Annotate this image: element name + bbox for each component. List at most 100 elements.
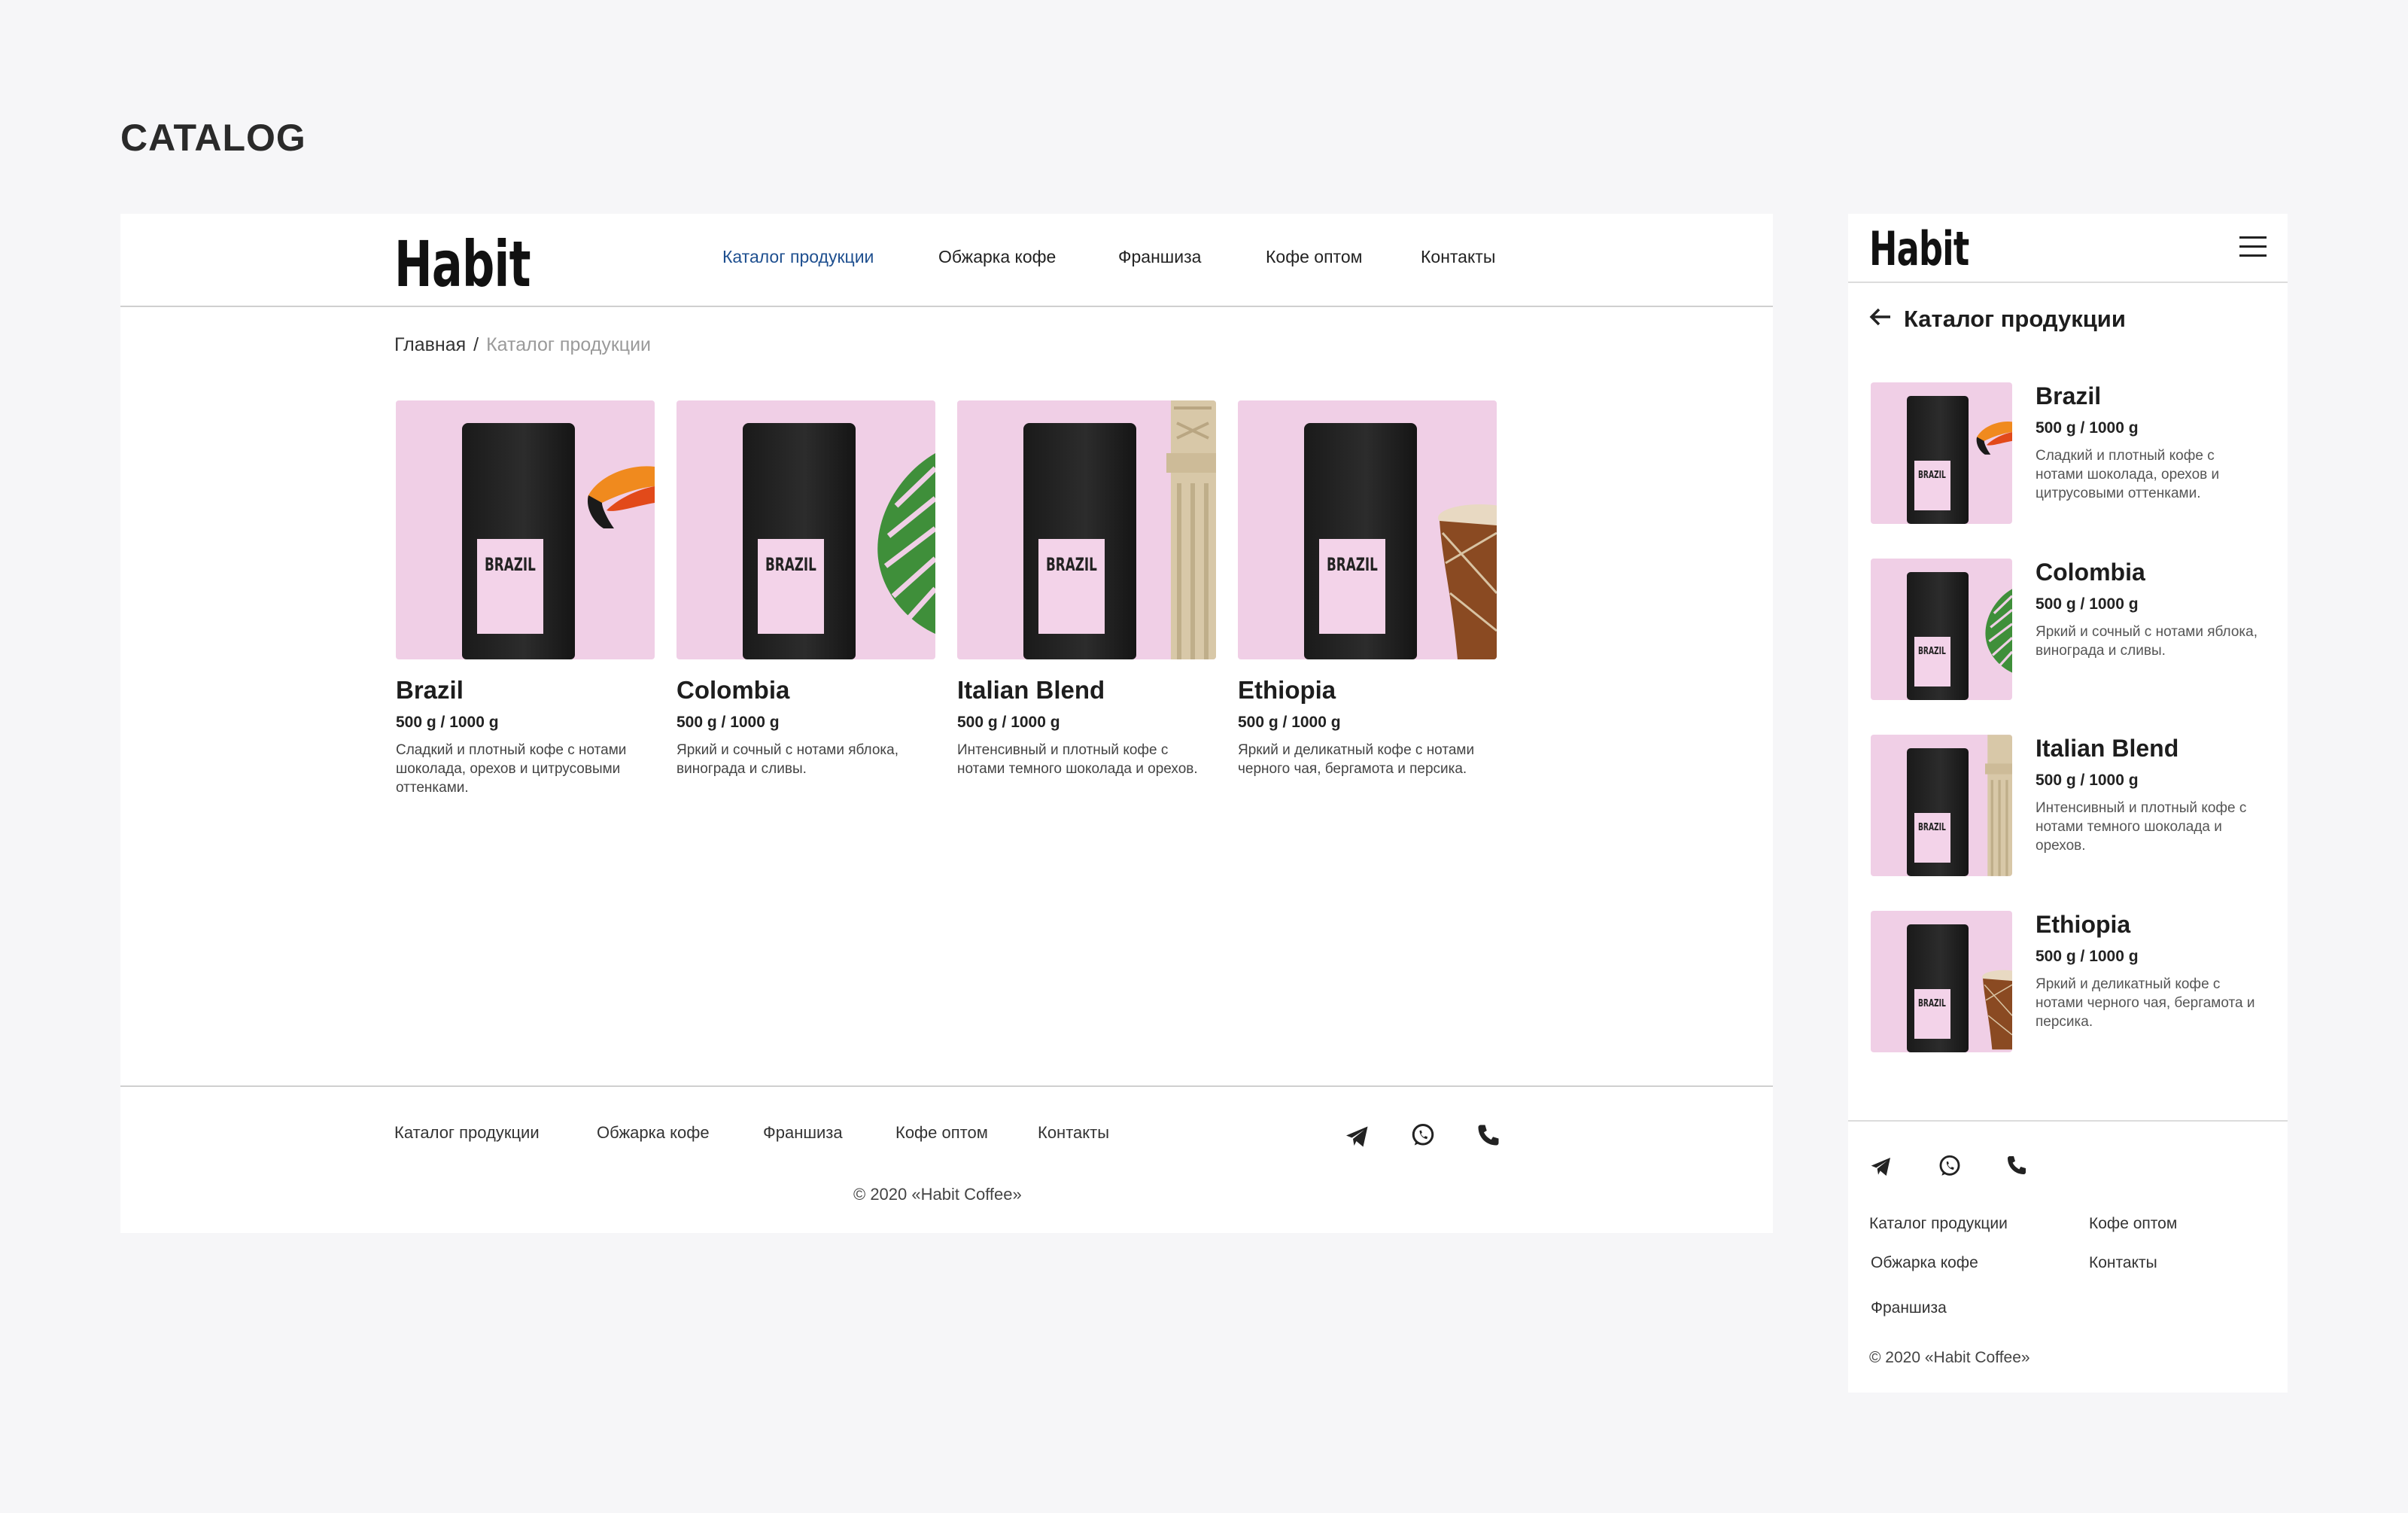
product-description: Яркий и сочный с нотами яблока, виноград… (2036, 624, 2258, 659)
product-image[interactable]: BRAZIL (1871, 559, 2012, 700)
mobile-page-heading: Каталог продукции (1869, 306, 2126, 333)
hamburger-menu-icon[interactable] (2239, 236, 2267, 257)
product-weight: 500 g / 1000 g (1238, 714, 1341, 731)
breadcrumb-current: Каталог продукции (486, 334, 652, 355)
footer-link-catalog[interactable]: Каталог продукции (394, 1123, 540, 1143)
coffee-package: BRAZIL (1304, 423, 1417, 659)
nav-item-roasting[interactable]: Обжарка кофе (938, 247, 1056, 267)
package-label: BRAZIL (1918, 646, 1946, 657)
product-name[interactable]: Italian Blend (957, 676, 1216, 705)
product-description: Сладкий и плотный кофе с нотами шоколада… (396, 742, 627, 796)
djembe-drum-decoration (1982, 970, 2012, 1050)
product-weight: 500 g / 1000 g (2036, 595, 2139, 613)
package-label: BRAZIL (1918, 470, 1946, 481)
desktop-frame: Habit Каталог продукции Обжарка кофе Фра… (120, 214, 1773, 1233)
product-description: Яркий и деликатный кофе с нотами черного… (2036, 976, 2255, 1030)
product-weight: 500 g / 1000 g (2036, 948, 2139, 965)
brand-logo[interactable]: Habit (1869, 221, 1969, 276)
breadcrumb-home[interactable]: Главная (394, 334, 466, 355)
mobile-frame: Habit Каталог продукции BRAZIL Brazil 50… (1848, 214, 2288, 1393)
telegram-icon[interactable] (1869, 1155, 1893, 1179)
product-card-brazil[interactable]: BRAZIL Brazil 500 g / 1000 g Сладкий и п… (396, 400, 655, 797)
product-image[interactable]: BRAZIL (1238, 400, 1497, 659)
whatsapp-icon[interactable] (1409, 1122, 1437, 1149)
coffee-package: BRAZIL (462, 423, 575, 659)
mobile-product-brazil[interactable]: BRAZIL Brazil 500 g / 1000 g Сладкий и п… (1871, 382, 2270, 524)
coffee-package: BRAZIL (1907, 572, 1969, 700)
stone-column-decoration (1985, 735, 2012, 876)
mobile-page-title: Каталог продукции (1904, 306, 2126, 332)
package-label: BRAZIL (1918, 998, 1946, 1009)
package-label: BRAZIL (1327, 554, 1378, 575)
product-description: Яркий и сочный с нотами яблока, виноград… (676, 742, 898, 777)
footer-link-franchise[interactable]: Франшиза (1871, 1299, 1947, 1317)
mobile-product-colombia[interactable]: BRAZIL Colombia 500 g / 1000 g Яркий и с… (1871, 559, 2270, 700)
coffee-package: BRAZIL (743, 423, 856, 659)
footer-link-wholesale[interactable]: Кофе оптом (895, 1123, 988, 1143)
nav-item-contacts[interactable]: Контакты (1421, 247, 1495, 267)
product-card-italian-blend[interactable]: BRAZIL Italian Blend 500 g / 1000 g Инте… (957, 400, 1216, 778)
product-name[interactable]: Colombia (676, 676, 935, 705)
product-name[interactable]: Ethiopia (1238, 676, 1497, 705)
whatsapp-icon[interactable] (1937, 1153, 1963, 1179)
package-label: BRAZIL (1918, 822, 1946, 833)
product-description: Интенсивный и плотный кофе с нотами темн… (2036, 800, 2247, 854)
product-weight: 500 g / 1000 g (2036, 772, 2139, 789)
breadcrumb-separator: / (473, 334, 479, 355)
djembe-drum-decoration (1438, 504, 1497, 659)
product-weight: 500 g / 1000 g (2036, 419, 2139, 437)
brand-logo[interactable]: Habit (394, 227, 531, 301)
footer-link-franchise[interactable]: Франшиза (763, 1123, 843, 1143)
product-image[interactable]: BRAZIL (1871, 911, 2012, 1052)
stone-column-decoration (1166, 400, 1216, 659)
coffee-package: BRAZIL (1907, 924, 1969, 1052)
phone-icon[interactable] (1475, 1122, 1502, 1149)
nav-item-catalog[interactable]: Каталог продукции (722, 247, 874, 267)
footer-link-contacts[interactable]: Контакты (1038, 1123, 1109, 1143)
coffee-package: BRAZIL (1907, 396, 1969, 524)
product-image[interactable]: BRAZIL (676, 400, 935, 659)
product-weight: 500 g / 1000 g (396, 714, 499, 731)
product-card-colombia[interactable]: BRAZIL Colombia 500 g / 1000 g Яркий и с… (676, 400, 935, 778)
package-label: BRAZIL (765, 554, 816, 575)
coffee-package: BRAZIL (1023, 423, 1136, 659)
product-name[interactable]: Brazil (2036, 382, 2265, 410)
product-name[interactable]: Brazil (396, 676, 655, 705)
desktop-header: Habit Каталог продукции Обжарка кофе Фра… (120, 214, 1773, 307)
product-name[interactable]: Colombia (2036, 559, 2265, 586)
desktop-footer: Каталог продукции Обжарка кофе Франшиза … (120, 1085, 1773, 1233)
product-weight: 500 g / 1000 g (957, 714, 1060, 731)
product-name[interactable]: Italian Blend (2036, 735, 2265, 763)
page-title: CATALOG (120, 117, 306, 159)
footer-link-wholesale[interactable]: Кофе оптом (2089, 1215, 2177, 1233)
footer-link-catalog[interactable]: Каталог продукции (1869, 1215, 2008, 1233)
phone-icon[interactable] (2005, 1153, 2029, 1177)
mobile-product-italian-blend[interactable]: BRAZIL Italian Blend 500 g / 1000 g Инте… (1871, 735, 2270, 876)
breadcrumb: Главная / Каталог продукции (394, 334, 651, 356)
back-arrow-icon[interactable] (1869, 307, 1892, 327)
telegram-icon[interactable] (1344, 1123, 1371, 1150)
product-image[interactable]: BRAZIL (396, 400, 655, 659)
mobile-footer: Каталог продукции Обжарка кофе Франшиза … (1848, 1120, 2288, 1393)
toucan-decoration (587, 466, 655, 528)
footer-link-contacts[interactable]: Контакты (2089, 1254, 2157, 1272)
product-description: Интенсивный и плотный кофе с нотами темн… (957, 742, 1198, 777)
nav-item-wholesale[interactable]: Кофе оптом (1266, 247, 1362, 267)
footer-link-roasting[interactable]: Обжарка кофе (1871, 1254, 1978, 1272)
product-description: Сладкий и плотный кофе с нотами шоколада… (2036, 448, 2220, 501)
product-name[interactable]: Ethiopia (2036, 911, 2265, 939)
copyright: © 2020 «Habit Coffee» (1869, 1349, 2030, 1366)
mobile-header: Habit (1848, 214, 2288, 283)
footer-link-roasting[interactable]: Обжарка кофе (597, 1123, 710, 1143)
product-image[interactable]: BRAZIL (1871, 735, 2012, 876)
copyright: © 2020 «Habit Coffee» (853, 1185, 1022, 1204)
product-image[interactable]: BRAZIL (957, 400, 1216, 659)
product-card-ethiopia[interactable]: BRAZIL Ethiopia 500 g / 1000 g Яркий и д… (1238, 400, 1497, 778)
package-label: BRAZIL (1046, 554, 1097, 575)
toucan-decoration (1976, 421, 2012, 455)
product-image[interactable]: BRAZIL (1871, 382, 2012, 524)
product-weight: 500 g / 1000 g (676, 714, 780, 731)
mobile-product-ethiopia[interactable]: BRAZIL Ethiopia 500 g / 1000 g Яркий и д… (1871, 911, 2270, 1052)
monstera-leaf-decoration (1985, 589, 2012, 673)
nav-item-franchise[interactable]: Франшиза (1118, 247, 1201, 267)
